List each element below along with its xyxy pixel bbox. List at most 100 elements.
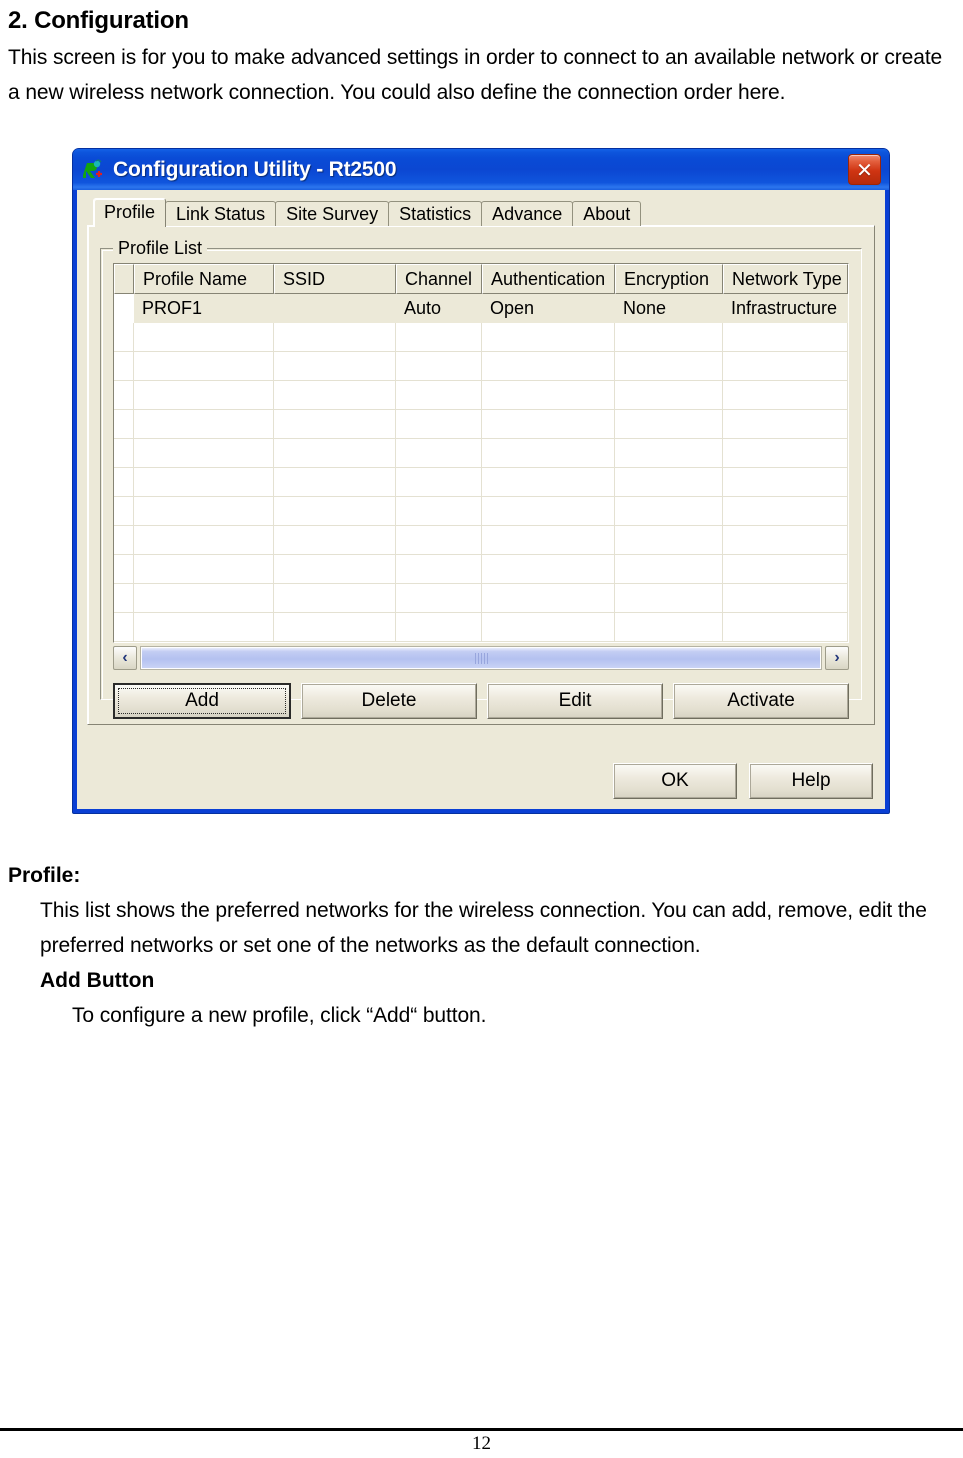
scroll-left-icon[interactable]: ‹ [113,646,137,670]
empty-cell [396,468,482,496]
empty-cell [396,381,482,409]
empty-cell [723,410,848,438]
add-button-heading: Add Button [40,969,155,992]
empty-cell [114,497,134,525]
empty-cell [615,497,723,525]
empty-cell [615,526,723,554]
empty-cell [723,323,848,351]
profile-list-table: Profile Name SSID Channel Authentication… [113,263,849,643]
profile-list-groupbox: Profile List Profile Name SSID Channel A… [100,238,862,719]
tab-statistics[interactable]: Statistics [388,201,483,226]
cell-profile-name: PROF1 [142,298,203,318]
tab-link-status[interactable]: Link Status [165,201,277,226]
empty-cell [482,613,615,641]
cell-channel: Auto [404,298,442,318]
column-header-authentication[interactable]: Authentication [482,264,615,294]
add-button-description: To configure a new profile, click “Add“ … [72,1004,487,1027]
activate-button[interactable]: Activate [673,683,849,719]
dialog-buttons: OK Help [613,763,873,799]
empty-cell [723,468,848,496]
empty-cell [274,323,396,351]
delete-button[interactable]: Delete [301,683,477,719]
empty-cell [615,323,723,351]
empty-cell [114,584,134,612]
tab-advance[interactable]: Advance [481,201,574,226]
empty-cell [615,584,723,612]
row-indicator-cell [114,294,134,323]
empty-cell [114,613,134,641]
table-row-empty[interactable] [114,352,848,381]
table-row-empty[interactable] [114,555,848,584]
empty-cell [274,497,396,525]
horizontal-scrollbar[interactable]: ‹ › [113,645,849,671]
empty-cell [615,613,723,641]
empty-cell [482,323,615,351]
empty-cell [396,613,482,641]
empty-cell [134,381,274,409]
ok-button[interactable]: OK [613,763,737,799]
empty-cell [615,439,723,467]
empty-cell [396,410,482,438]
scroll-right-icon[interactable]: › [825,646,849,670]
tab-site-survey[interactable]: Site Survey [275,201,390,226]
page-title: 2. Configuration [8,7,189,34]
empty-cell [482,352,615,380]
table-row-empty[interactable] [114,410,848,439]
tab-profile[interactable]: Profile [93,198,167,227]
empty-cell [482,410,615,438]
table-row-empty[interactable] [114,468,848,497]
scrollbar-track[interactable] [140,646,822,670]
empty-cell [396,323,482,351]
empty-cell [396,555,482,583]
empty-cell [114,439,134,467]
empty-cell [723,439,848,467]
empty-cell [274,468,396,496]
empty-cell [134,468,274,496]
empty-cell [114,555,134,583]
close-icon[interactable]: ✕ [848,154,881,185]
window-title: Configuration Utility - Rt2500 [113,157,397,181]
table-row-empty[interactable] [114,613,848,642]
table-row-empty[interactable] [114,381,848,410]
table-header-row: Profile Name SSID Channel Authentication… [114,264,848,294]
column-header-ssid[interactable]: SSID [274,264,396,294]
empty-cell [114,468,134,496]
table-row-empty[interactable] [114,526,848,555]
column-header-encryption[interactable]: Encryption [615,264,723,294]
configuration-utility-window: Configuration Utility - Rt2500 ✕ Profile… [72,148,890,814]
empty-cell [482,497,615,525]
cell-network-type: Infrastructure [731,298,838,318]
column-header-profile-name[interactable]: Profile Name [134,264,274,294]
empty-cell [114,526,134,554]
empty-cell [274,613,396,641]
intro-paragraph: This screen is for you to make advanced … [8,46,943,104]
empty-rows-container [114,323,848,642]
profile-action-buttons: Add Delete Edit Activate [113,683,849,719]
cell-ssid [274,294,396,323]
scrollbar-thumb[interactable] [141,647,821,669]
empty-cell [134,323,274,351]
footer-divider [0,1428,963,1431]
empty-cell [114,323,134,351]
table-row-empty[interactable] [114,323,848,352]
table-row[interactable]: PROF1 Auto Open None Infrastructure [114,294,848,323]
empty-cell [114,410,134,438]
empty-cell [274,584,396,612]
tab-about[interactable]: About [572,201,642,226]
ralink-r-icon [82,159,105,181]
column-header-spacer[interactable] [114,264,134,294]
table-row-empty[interactable] [114,439,848,468]
empty-cell [615,381,723,409]
empty-cell [723,497,848,525]
column-header-network-type[interactable]: Network Type [723,264,848,294]
table-row-empty[interactable] [114,584,848,613]
help-button[interactable]: Help [749,763,873,799]
empty-cell [723,526,848,554]
table-row-empty[interactable] [114,497,848,526]
tab-panel-profile: Profile List Profile Name SSID Channel A… [87,225,875,725]
empty-cell [134,352,274,380]
edit-button[interactable]: Edit [487,683,663,719]
add-button[interactable]: Add [113,683,291,719]
empty-cell [274,439,396,467]
column-header-channel[interactable]: Channel [396,264,482,294]
